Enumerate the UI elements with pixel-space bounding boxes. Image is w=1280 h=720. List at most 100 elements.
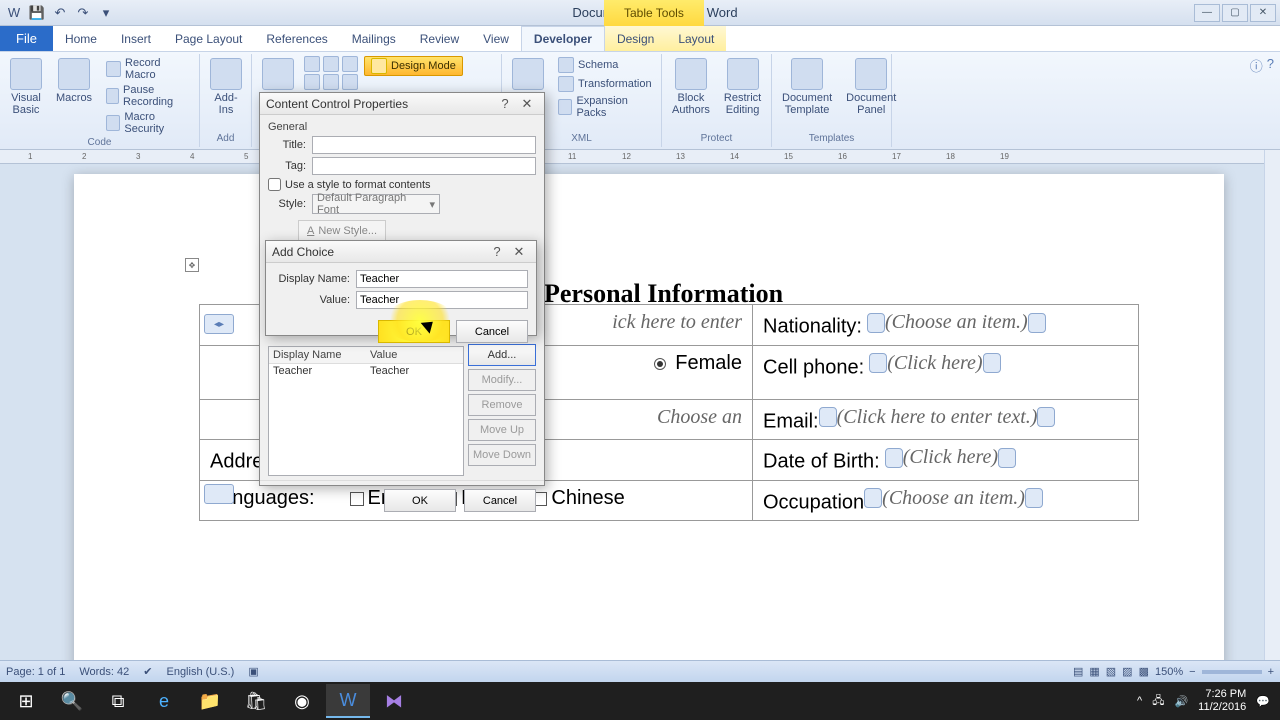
restrict-editing-button[interactable]: Restrict Editing <box>720 56 765 118</box>
tab-home[interactable]: Home <box>53 26 109 51</box>
maximize-button[interactable]: ▢ <box>1222 4 1248 22</box>
tab-mailings[interactable]: Mailings <box>340 26 408 51</box>
add-choice-close-button[interactable]: ✕ <box>508 243 530 261</box>
status-insert-icon[interactable]: ▣ <box>248 665 258 678</box>
tab-design[interactable]: Design <box>605 26 666 51</box>
use-style-checkbox[interactable] <box>268 178 281 191</box>
document-template-button[interactable]: Document Template <box>778 56 836 118</box>
dialog-help-button[interactable]: ? <box>494 95 516 113</box>
addins-button[interactable]: Add-Ins <box>206 56 246 118</box>
design-mode-button[interactable]: Design Mode <box>364 56 463 76</box>
vertical-scrollbar[interactable] <box>1264 150 1280 662</box>
remove-choice-button: Remove <box>468 394 536 416</box>
visualstudio-icon[interactable]: ⧓ <box>372 684 416 718</box>
chrome-icon[interactable]: ◉ <box>280 684 324 718</box>
dob-control[interactable]: (Click here) <box>885 446 1016 469</box>
display-name-input[interactable] <box>356 270 528 288</box>
tab-developer[interactable]: Developer <box>521 26 605 51</box>
list-item[interactable]: TeacherTeacher <box>269 364 463 378</box>
dialog-close-button[interactable]: ✕ <box>516 95 538 113</box>
value-input[interactable] <box>356 291 528 309</box>
control-date-icon[interactable] <box>342 74 358 90</box>
word-taskbar-icon[interactable]: W <box>326 684 370 718</box>
zoom-in-button[interactable]: + <box>1268 666 1274 678</box>
record-macro-button[interactable]: Record Macro <box>102 56 193 82</box>
edge-icon[interactable]: e <box>142 684 186 718</box>
schema-button[interactable]: Schema <box>554 56 656 74</box>
properties-cancel-button[interactable]: Cancel <box>464 489 536 512</box>
view-fullscreen-icon[interactable]: ▦ <box>1089 665 1099 678</box>
status-language[interactable]: English (U.S.) <box>166 666 234 678</box>
tab-references[interactable]: References <box>254 26 339 51</box>
visual-basic-button[interactable]: Visual Basic <box>6 56 46 118</box>
view-web-icon[interactable]: ▧ <box>1106 665 1116 678</box>
undo-icon[interactable]: ↶ <box>50 3 70 23</box>
block-authors-button[interactable]: Block Authors <box>668 56 714 118</box>
group-addins: Add-Ins Add <box>200 54 252 147</box>
controls-gallery-button[interactable] <box>258 56 298 92</box>
start-button[interactable]: ⊞ <box>4 684 48 718</box>
occupation-control[interactable]: (Choose an item.) <box>864 487 1043 510</box>
structure-button[interactable] <box>508 56 548 92</box>
tab-page-layout[interactable]: Page Layout <box>163 26 254 51</box>
tray-network-icon[interactable]: 🖧 <box>1152 692 1164 711</box>
content-control-tab[interactable]: ◂▸ <box>204 314 234 334</box>
control-combo-icon[interactable] <box>304 74 320 90</box>
explorer-icon[interactable]: 📁 <box>188 684 232 718</box>
help-icon[interactable]: ? <box>1267 56 1274 75</box>
nationality-control[interactable]: (Choose an item.) <box>867 311 1046 334</box>
control-picture-icon[interactable] <box>342 56 358 72</box>
cellphone-control[interactable]: (Click here) <box>869 352 1000 375</box>
add-choice-title: Add Choice <box>272 245 486 259</box>
tray-notifications-icon[interactable]: 💬 <box>1256 695 1270 708</box>
new-style-button: ANew Style... <box>298 220 386 242</box>
zoom-slider[interactable] <box>1202 670 1262 674</box>
transformation-button[interactable]: Transformation <box>554 75 656 93</box>
macro-security-button[interactable]: Macro Security <box>102 110 193 136</box>
control-richtext-icon[interactable] <box>304 56 320 72</box>
zoom-out-button[interactable]: − <box>1189 666 1195 678</box>
female-radio[interactable] <box>654 358 666 370</box>
document-panel-button[interactable]: Document Panel <box>842 56 900 118</box>
view-draft-icon[interactable]: ▩ <box>1139 665 1149 678</box>
add-choice-ok-button[interactable]: OK <box>378 320 450 343</box>
macros-button[interactable]: Macros <box>52 56 96 106</box>
choices-list[interactable]: Display NameValue TeacherTeacher <box>268 346 464 476</box>
view-print-layout-icon[interactable]: ▤ <box>1073 665 1083 678</box>
add-choice-help-button[interactable]: ? <box>486 243 508 261</box>
close-button[interactable]: ✕ <box>1250 4 1276 22</box>
tab-file[interactable]: File <box>0 26 53 51</box>
task-view-icon[interactable]: ⧉ <box>96 684 140 718</box>
content-control-tab-2[interactable] <box>204 484 234 504</box>
zoom-level[interactable]: 150% <box>1155 666 1183 678</box>
tab-review[interactable]: Review <box>408 26 471 51</box>
status-words[interactable]: Words: 42 <box>79 666 129 678</box>
tab-layout[interactable]: Layout <box>666 26 726 51</box>
qat-more-icon[interactable]: ▾ <box>96 3 116 23</box>
properties-ok-button[interactable]: OK <box>384 489 456 512</box>
tray-volume-icon[interactable]: 🔊 <box>1174 695 1188 708</box>
save-icon[interactable]: 💾 <box>27 3 47 23</box>
control-text-icon[interactable] <box>323 56 339 72</box>
redo-icon[interactable]: ↷ <box>73 3 93 23</box>
tray-clock[interactable]: 7:26 PM11/2/2016 <box>1198 688 1246 714</box>
tag-input[interactable] <box>312 157 536 175</box>
email-control[interactable]: (Click here to enter text.) <box>819 406 1056 429</box>
status-page[interactable]: Page: 1 of 1 <box>6 666 65 678</box>
status-proofing-icon[interactable]: ✔ <box>143 665 152 678</box>
add-choice-button[interactable]: Add... <box>468 344 536 366</box>
tab-insert[interactable]: Insert <box>109 26 163 51</box>
search-icon[interactable]: 🔍 <box>50 684 94 718</box>
minimize-ribbon-icon[interactable]: ⓘ <box>1250 56 1263 75</box>
tab-view[interactable]: View <box>471 26 521 51</box>
expansion-packs-button[interactable]: Expansion Packs <box>554 94 656 120</box>
minimize-button[interactable]: — <box>1194 4 1220 22</box>
tray-chevron-icon[interactable]: ^ <box>1137 695 1142 707</box>
control-dropdown-icon[interactable] <box>323 74 339 90</box>
table-move-handle[interactable]: ✥ <box>185 258 199 272</box>
store-icon[interactable]: 🛍 <box>234 684 278 718</box>
view-outline-icon[interactable]: ▨ <box>1122 665 1132 678</box>
pause-recording-button[interactable]: Pause Recording <box>102 83 193 109</box>
title-input[interactable] <box>312 136 536 154</box>
add-choice-cancel-button[interactable]: Cancel <box>456 320 528 343</box>
